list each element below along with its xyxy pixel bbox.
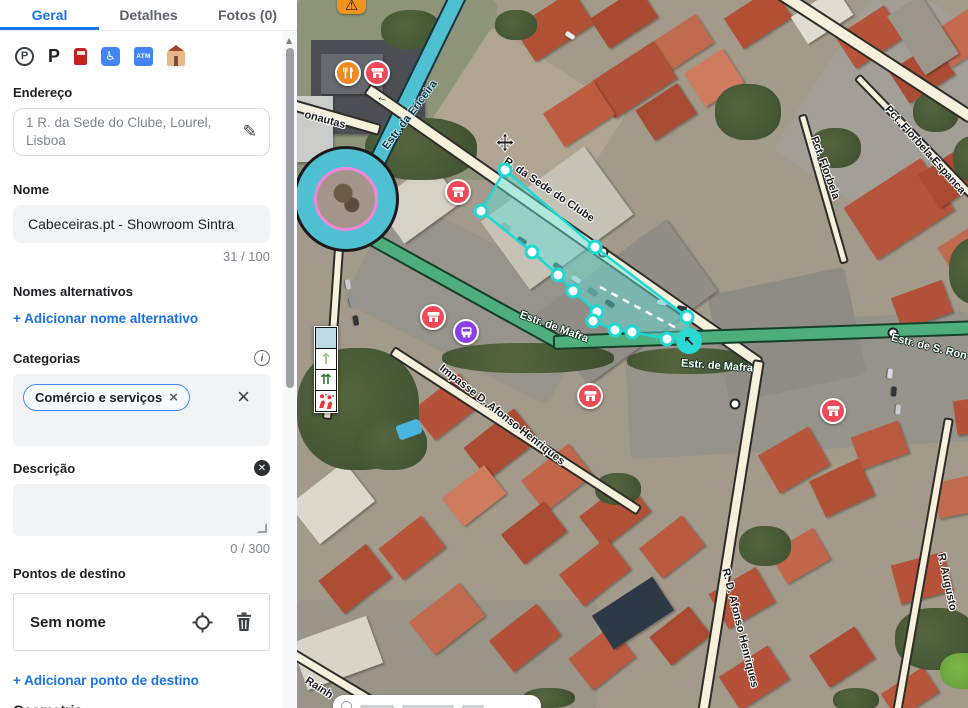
address-label: Endereço [13,85,270,100]
scrollbar-up-arrow[interactable]: ▲ [286,36,292,45]
parking-circle-icon[interactable]: P [15,47,34,66]
panel-scrollbar[interactable]: ▲ [283,31,297,708]
tab-geral[interactable]: Geral [0,0,99,30]
poi-pin-transport-icon[interactable] [453,319,479,345]
poi-pin-store-icon[interactable] [577,383,603,409]
poi-pin-restaurant-icon[interactable] [335,60,361,86]
edit-panel: Geral Detalhes Fotos (0) P P ♿ ATM Ender… [0,0,297,708]
description-char-counter: 0 / 300 [13,541,270,556]
chip-remove-icon[interactable]: × [169,390,178,405]
address-field[interactable]: 1 R. da Sede do Clube, Lourel, Lisboa ✎ [13,108,270,156]
alt-names-label: Nomes alternativos [13,284,270,299]
warning-icon[interactable]: ⚠ [337,0,366,14]
name-char-counter: 31 / 100 [13,249,270,264]
poi-pin-store-icon[interactable] [445,179,471,205]
panel-scroll-area: P P ♿ ATM Endereço 1 R. da Sede do Clube… [0,45,283,708]
church-icon[interactable] [167,51,185,66]
add-alt-name-link[interactable]: + Adicionar nome alternativo [13,311,270,326]
destination-point-name: Sem nome [30,614,106,631]
name-label: Nome [13,182,270,197]
categories-box[interactable]: Comércio e serviços × × [13,374,270,446]
description-label: Descrição [13,461,75,476]
route-legend-widget[interactable]: ↑ ⇈ [314,326,338,413]
scrollbar-thumb[interactable] [286,48,294,388]
clear-description-icon[interactable]: ✕ [254,460,270,476]
app-window: Geral Detalhes Fotos (0) P P ♿ ATM Ender… [0,0,968,708]
legend-cell-double-arrow-icon: ⇈ [315,369,337,391]
name-field[interactable]: Cabeceiras.pt - Showroom Sintra [13,205,270,243]
legend-cell-blue [315,327,337,349]
map-canvas[interactable]: ← Estr. da EriceiraonautasR. da Sede do … [297,0,968,708]
edit-pencil-icon[interactable]: ✎ [243,121,257,144]
trash-icon[interactable] [235,612,253,632]
parking-icon[interactable]: P [48,46,60,67]
add-destination-point-link[interactable]: + Adicionar ponto de destino [13,673,270,688]
destination-point-card[interactable]: Sem nome [13,593,270,651]
fuel-icon[interactable] [74,48,87,65]
atm-icon[interactable]: ATM [134,47,153,66]
category-chip-label: Comércio e serviços [35,390,162,405]
categories-label: Categorias [13,351,80,366]
attribution-icon [341,701,352,708]
tab-fotos[interactable]: Fotos (0) [198,0,297,30]
address-value: 1 R. da Sede do Clube, Lourel, Lisboa [26,114,235,150]
tab-detalhes[interactable]: Detalhes [99,0,198,30]
crosshair-icon[interactable] [192,612,213,633]
info-icon[interactable]: i [254,350,270,366]
accessibility-icon[interactable]: ♿ [101,47,120,66]
destination-points-label: Pontos de destino [13,566,270,581]
category-chip[interactable]: Comércio e serviços × [23,384,190,411]
attribute-icon-row: P P ♿ ATM [15,45,270,67]
name-value: Cabeceiras.pt - Showroom Sintra [28,216,234,232]
clear-categories-icon[interactable]: × [237,386,250,408]
poi-pin-store-icon[interactable] [364,60,390,86]
description-textarea[interactable] [13,484,270,536]
poi-pin-layer [297,0,968,708]
panel-tabs: Geral Detalhes Fotos (0) [0,0,297,31]
legend-cell-pedestrians-icon [315,390,337,412]
poi-pin-store-icon[interactable] [420,304,446,330]
legend-cell-arrow-icon: ↑ [315,348,337,370]
geometry-section-label: Geometria [13,702,270,708]
poi-pin-store-icon[interactable] [820,398,846,424]
map-attribution-pill[interactable] [333,695,541,708]
